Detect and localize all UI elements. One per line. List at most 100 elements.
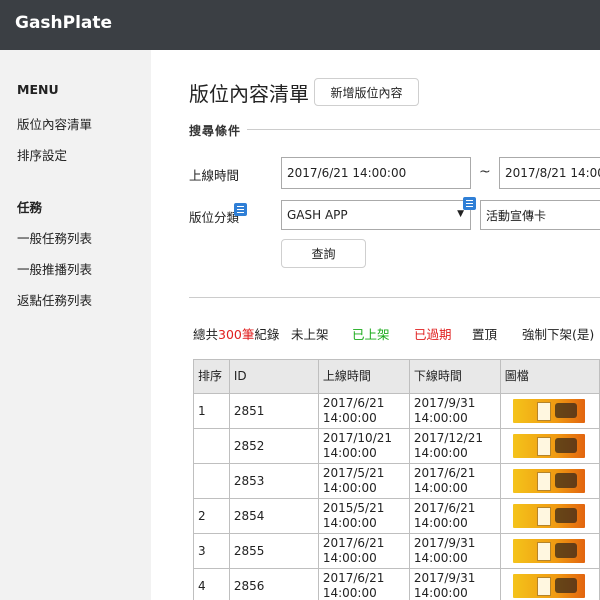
- offline-date: 2017/9/31: [413, 396, 476, 410]
- total-count: 300筆: [218, 327, 255, 342]
- table-row[interactable]: 4 2856 2017/6/21 14:00:00 2017/9/31 14:00:…: [193, 568, 600, 600]
- online-date: 2017/10/21: [322, 431, 393, 445]
- cell-offline-time: 2017/9/31 14:00:00: [408, 533, 501, 569]
- cell-image: [499, 568, 600, 600]
- cell-online-time: 2017/10/21 14:00:00: [317, 428, 410, 464]
- sidebar-item-sort-settings[interactable]: 排序設定: [17, 145, 67, 164]
- cell-id[interactable]: 2855: [228, 533, 319, 569]
- category-label: 版位分類: [189, 210, 240, 225]
- slot-content-table: 排序 ID 上線時間 下線時間 圖檔 1 2851 2017/6/21 14:00…: [193, 359, 600, 600]
- legend-listed[interactable]: 已上架: [352, 324, 390, 343]
- offline-time: 14:00:00: [413, 481, 468, 495]
- table-row[interactable]: 2853 2017/5/21 14:00:00 2017/6/21 14:00:00: [193, 463, 600, 499]
- sidebar-item-general-push[interactable]: 一般推播列表: [17, 259, 92, 278]
- top-bar: GashPlate: [0, 0, 600, 50]
- online-time: 14:00:00: [322, 516, 377, 530]
- cell-id[interactable]: 2854: [228, 498, 319, 534]
- banner-thumbnail[interactable]: [512, 539, 585, 563]
- main-content: 版位內容清單 新增版位內容 搜尋條件 上線時間 2017/6/21 14:00:…: [151, 50, 600, 600]
- column-header-order[interactable]: 排序: [193, 359, 230, 394]
- offline-date: 2017/6/21: [413, 501, 476, 515]
- cell-offline-time: 2017/12/21 14:00:00: [408, 428, 501, 464]
- cell-order: 2: [193, 498, 230, 534]
- brand-logo[interactable]: GashPlate: [15, 13, 112, 33]
- cell-offline-time: 2017/9/31 14:00:00: [408, 568, 501, 600]
- online-time-label: 上線時間: [189, 168, 240, 183]
- sidebar-item-slot-content-list[interactable]: 版位內容清單: [17, 114, 92, 133]
- legend-pinned[interactable]: 置頂: [472, 324, 497, 343]
- doc-icon: [463, 197, 476, 210]
- cell-offline-time: 2017/6/21 14:00:00: [408, 498, 501, 534]
- online-time: 14:00:00: [322, 481, 377, 495]
- online-date: 2017/6/21: [322, 536, 385, 550]
- table-row[interactable]: 2 2854 2015/5/21 14:00:00 2017/6/21 14:00:…: [193, 498, 600, 534]
- search-section-divider: [247, 129, 600, 130]
- cell-id[interactable]: 2851: [228, 393, 319, 429]
- online-time: 14:00:00: [322, 411, 377, 425]
- chevron-down-icon: ▼: [457, 209, 464, 219]
- add-slot-content-button[interactable]: 新增版位內容: [314, 78, 419, 106]
- online-date: 2017/5/21: [322, 466, 385, 480]
- cell-order: [193, 428, 230, 464]
- doc-icon: [234, 203, 247, 216]
- search-section-label: 搜尋條件: [189, 124, 242, 138]
- cell-image: [499, 498, 600, 534]
- category-select[interactable]: GASH APP ▼: [281, 200, 471, 230]
- legend-expired[interactable]: 已過期: [414, 324, 452, 343]
- page-title: 版位內容清單: [189, 82, 309, 106]
- cell-order: [193, 463, 230, 499]
- table-header-row: 排序 ID 上線時間 下線時間 圖檔: [193, 359, 600, 394]
- cell-image: [499, 463, 600, 499]
- cell-image: [499, 533, 600, 569]
- end-time-input[interactable]: 2017/8/21 14:00:00: [499, 157, 600, 189]
- table-row[interactable]: 2852 2017/10/21 14:00:00 2017/12/21 14:00:…: [193, 428, 600, 464]
- cell-order: 1: [193, 393, 230, 429]
- sidebar-item-general-tasks[interactable]: 一般任務列表: [17, 228, 92, 247]
- cell-id[interactable]: 2852: [228, 428, 319, 464]
- online-date: 2017/6/21: [322, 396, 385, 410]
- banner-thumbnail[interactable]: [512, 399, 585, 423]
- online-time: 14:00:00: [322, 551, 377, 565]
- cell-online-time: 2017/6/21 14:00:00: [317, 393, 410, 429]
- cell-offline-time: 2017/6/21 14:00:00: [408, 463, 501, 499]
- offline-date: 2017/9/31: [413, 571, 476, 585]
- cell-offline-time: 2017/9/31 14:00:00: [408, 393, 501, 429]
- sidebar: MENU 版位內容清單 排序設定 任務 一般任務列表 一般推播列表 返點任務列表: [0, 50, 151, 600]
- category-select-value: GASH APP: [287, 208, 348, 222]
- legend-not-listed[interactable]: 未上架: [291, 324, 329, 343]
- total-suffix: 紀錄: [254, 327, 280, 342]
- cell-online-time: 2015/5/21 14:00:00: [317, 498, 410, 534]
- column-header-offline-time[interactable]: 下線時間: [408, 359, 501, 394]
- column-header-online-time[interactable]: 上線時間: [317, 359, 410, 394]
- offline-time: 14:00:00: [413, 446, 468, 460]
- online-date: 2015/5/21: [322, 501, 385, 515]
- banner-thumbnail[interactable]: [512, 469, 585, 493]
- column-header-id[interactable]: ID: [228, 359, 319, 394]
- sidebar-item-rebate-tasks[interactable]: 返點任務列表: [17, 290, 92, 309]
- subcategory-select[interactable]: 活動宣傳卡: [480, 200, 600, 230]
- offline-time: 14:00:00: [413, 586, 468, 600]
- sidebar-task-heading: 任務: [17, 200, 43, 215]
- query-button[interactable]: 查詢: [281, 239, 366, 268]
- cell-online-time: 2017/6/21 14:00:00: [317, 533, 410, 569]
- offline-time: 14:00:00: [413, 411, 468, 425]
- banner-thumbnail[interactable]: [512, 574, 585, 598]
- offline-date: 2017/9/31: [413, 536, 476, 550]
- banner-thumbnail[interactable]: [512, 504, 585, 528]
- results-divider: [189, 297, 600, 298]
- cell-online-time: 2017/6/21 14:00:00: [317, 568, 410, 600]
- offline-time: 14:00:00: [413, 516, 468, 530]
- table-row[interactable]: 3 2855 2017/6/21 14:00:00 2017/9/31 14:00:…: [193, 533, 600, 569]
- legend-forced-delist[interactable]: 強制下架(是): [522, 324, 594, 343]
- cell-order: 4: [193, 568, 230, 600]
- online-time: 14:00:00: [322, 446, 377, 460]
- cell-id[interactable]: 2853: [228, 463, 319, 499]
- offline-time: 14:00:00: [413, 551, 468, 565]
- cell-image: [499, 393, 600, 429]
- column-header-image: 圖檔: [499, 359, 600, 394]
- banner-thumbnail[interactable]: [512, 434, 585, 458]
- table-row[interactable]: 1 2851 2017/6/21 14:00:00 2017/9/31 14:00:…: [193, 393, 600, 429]
- cell-id[interactable]: 2856: [228, 568, 319, 600]
- offline-date: 2017/6/21: [413, 466, 476, 480]
- start-time-input[interactable]: 2017/6/21 14:00:00: [281, 157, 471, 189]
